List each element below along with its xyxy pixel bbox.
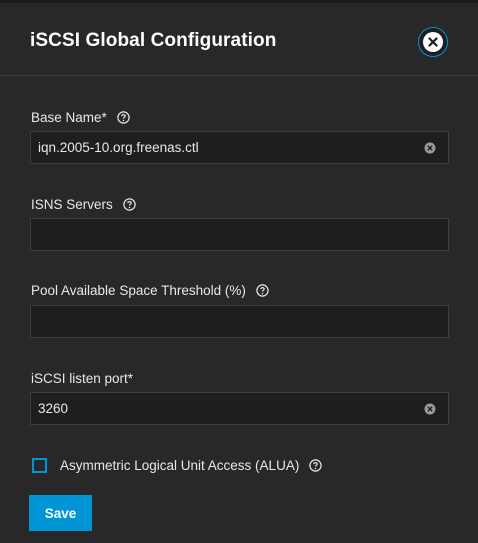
- isns-servers-label-text: ISNS Servers: [31, 197, 113, 212]
- isns-servers-input[interactable]: [30, 218, 449, 251]
- help-icon[interactable]: [309, 459, 323, 472]
- iscsi-global-config-dialog: iSCSI Global Configuration Base Name* IS…: [0, 0, 478, 543]
- clear-icon[interactable]: [424, 403, 436, 415]
- alua-label-text: Asymmetric Logical Unit Access (ALUA): [60, 458, 300, 473]
- alua-checkbox[interactable]: [32, 458, 47, 473]
- pool-threshold-label-text: Pool Available Space Threshold (%): [31, 283, 246, 298]
- save-button[interactable]: Save: [29, 495, 92, 531]
- listen-port-label: iSCSI listen port *: [31, 371, 133, 386]
- help-icon[interactable]: [117, 111, 130, 124]
- listen-port-label-text: iSCSI listen port: [31, 371, 128, 386]
- alua-label: Asymmetric Logical Unit Access (ALUA): [60, 458, 323, 473]
- pool-threshold-label: Pool Available Space Threshold (%): [31, 283, 269, 298]
- dialog-header: iSCSI Global Configuration: [0, 3, 478, 76]
- isns-servers-label: ISNS Servers: [31, 197, 136, 212]
- pool-threshold-input[interactable]: [30, 305, 449, 338]
- base-name-label-text: Base Name: [31, 110, 102, 125]
- base-name-label: Base Name *: [31, 110, 130, 125]
- close-icon: [423, 32, 443, 52]
- base-name-required-mark: *: [101, 110, 107, 125]
- listen-port-input[interactable]: [30, 392, 449, 425]
- base-name-input[interactable]: [30, 131, 449, 164]
- close-button[interactable]: [418, 27, 448, 57]
- clear-icon[interactable]: [424, 142, 436, 154]
- listen-port-required-mark: *: [127, 371, 134, 386]
- dialog-title: iSCSI Global Configuration: [30, 30, 277, 51]
- help-icon[interactable]: [256, 284, 269, 297]
- help-icon[interactable]: [123, 198, 136, 211]
